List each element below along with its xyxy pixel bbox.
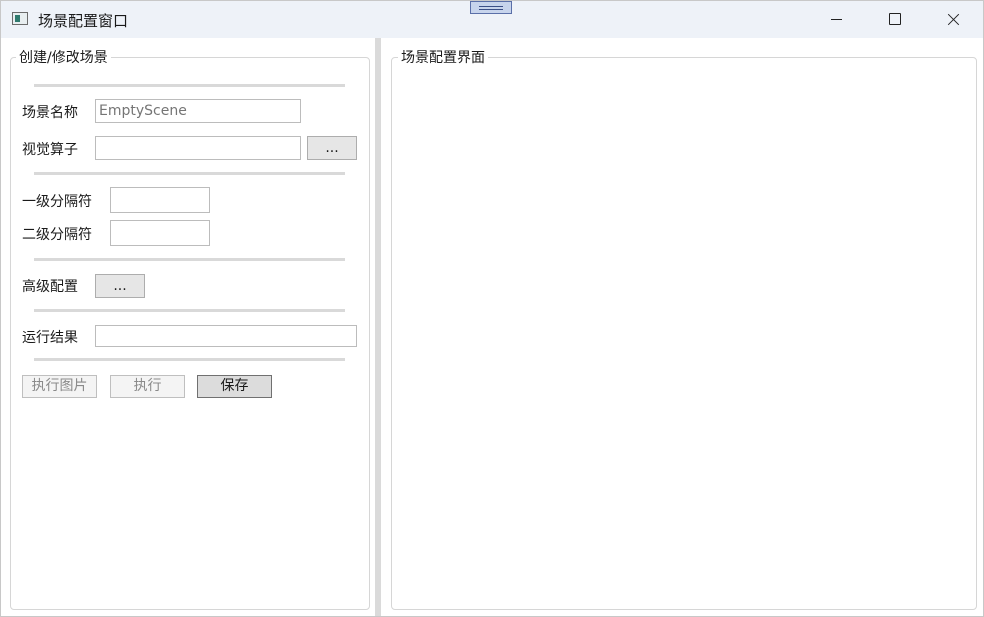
maximize-icon[interactable] [872,1,918,38]
scene-config-view-title: 场景配置界面 [398,47,488,67]
advanced-config-browse-button[interactable]: ... [95,274,145,298]
vision-operator-input[interactable] [95,136,301,160]
panel-splitter[interactable] [375,38,381,616]
level2-separator-label: 二级分隔符 [22,227,92,243]
separator [34,172,345,175]
execute-image-button[interactable]: 执行图片 [22,375,97,398]
separator [34,258,345,261]
minimize-icon[interactable] [813,1,859,38]
vision-operator-label: 视觉算子 [22,142,78,158]
close-icon[interactable] [931,1,977,38]
level1-separator-label: 一级分隔符 [22,194,92,210]
app-icon [12,12,28,25]
title-bar[interactable]: 场景配置窗口 [1,1,983,38]
level2-separator-input[interactable] [110,220,210,246]
run-result-label: 运行结果 [22,330,78,346]
separator [34,358,345,361]
advanced-config-label: 高级配置 [22,279,78,295]
save-button[interactable]: 保存 [197,375,272,398]
execute-button[interactable]: 执行 [110,375,185,398]
level1-separator-input[interactable] [110,187,210,213]
scene-config-window: 场景配置窗口 创建/修改场景 场景配置界面 场景名称 视觉算子 ... 一级分隔… [0,0,984,617]
separator [34,309,345,312]
scene-name-input[interactable] [95,99,301,123]
create-modify-scene-title: 创建/修改场景 [16,47,111,67]
window-title: 场景配置窗口 [38,12,129,30]
scene-config-view-group [391,57,977,610]
drag-handle-icon[interactable] [470,1,512,14]
run-result-input[interactable] [95,325,357,347]
scene-name-label: 场景名称 [22,105,78,121]
separator [34,84,345,87]
vision-operator-browse-button[interactable]: ... [307,136,357,160]
